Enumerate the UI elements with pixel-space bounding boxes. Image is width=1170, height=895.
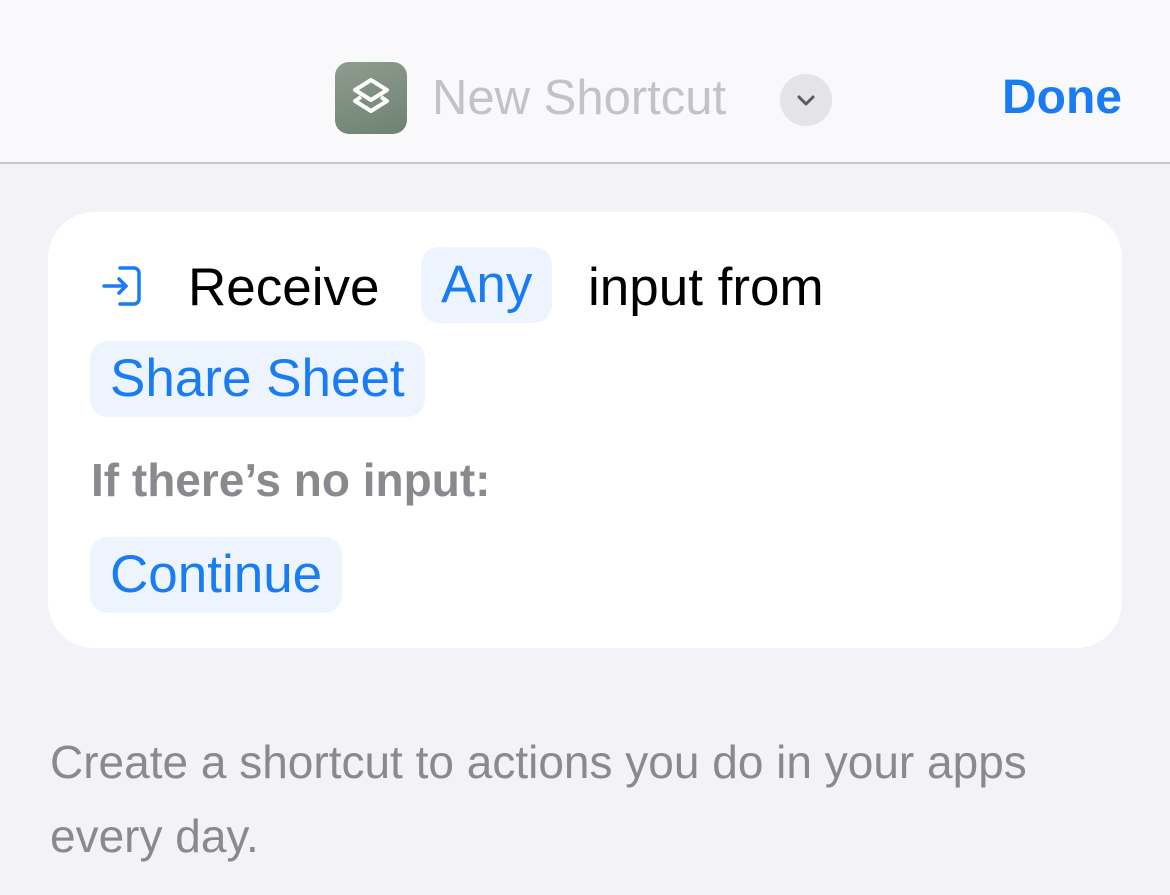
shortcut-title[interactable]: New Shortcut <box>432 70 726 126</box>
input-source-token[interactable]: Share Sheet <box>90 341 425 417</box>
no-input-label: If there’s no input: <box>91 454 491 506</box>
chevron-down-icon <box>797 95 815 106</box>
receive-label: Receive <box>188 258 380 317</box>
navigation-bar: New Shortcut Done <box>0 0 1170 164</box>
input-from-label: input from <box>588 258 824 317</box>
shortcuts-app-icon[interactable] <box>335 62 407 134</box>
empty-state-description: Create a shortcut to actions you do in y… <box>50 736 1027 862</box>
shortcuts-layers-icon <box>353 78 389 113</box>
title-menu-button[interactable] <box>780 74 832 126</box>
done-button[interactable]: Done <box>1002 70 1122 126</box>
no-input-behavior-token[interactable]: Continue <box>90 537 343 613</box>
input-type-token[interactable]: Any <box>421 247 553 323</box>
receive-input-icon <box>102 266 141 306</box>
